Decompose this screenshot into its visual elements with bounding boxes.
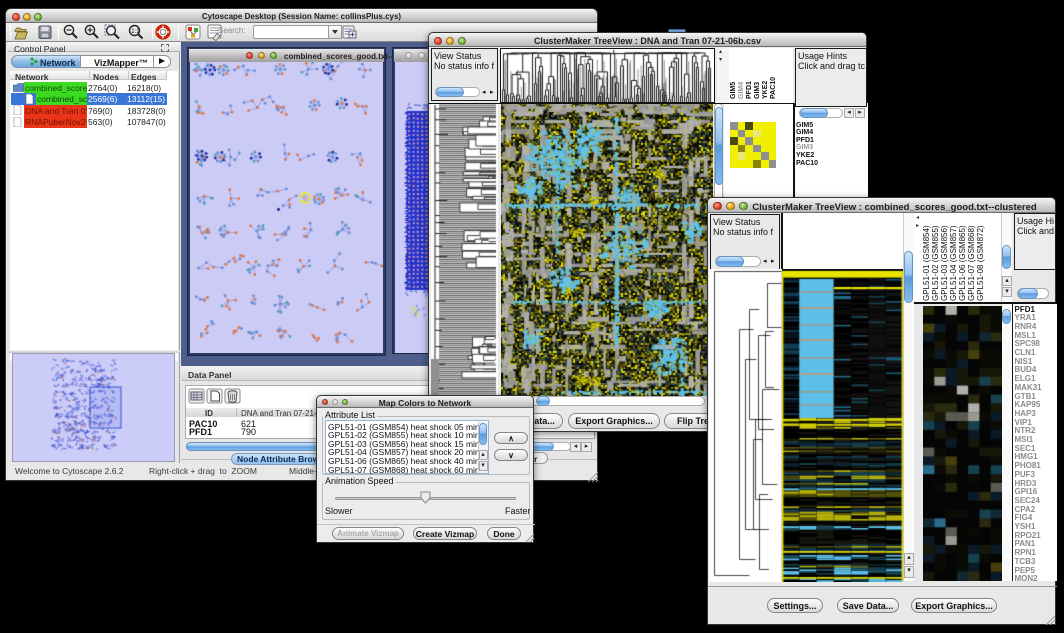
svg-text:1:1: 1:1 — [131, 29, 140, 35]
